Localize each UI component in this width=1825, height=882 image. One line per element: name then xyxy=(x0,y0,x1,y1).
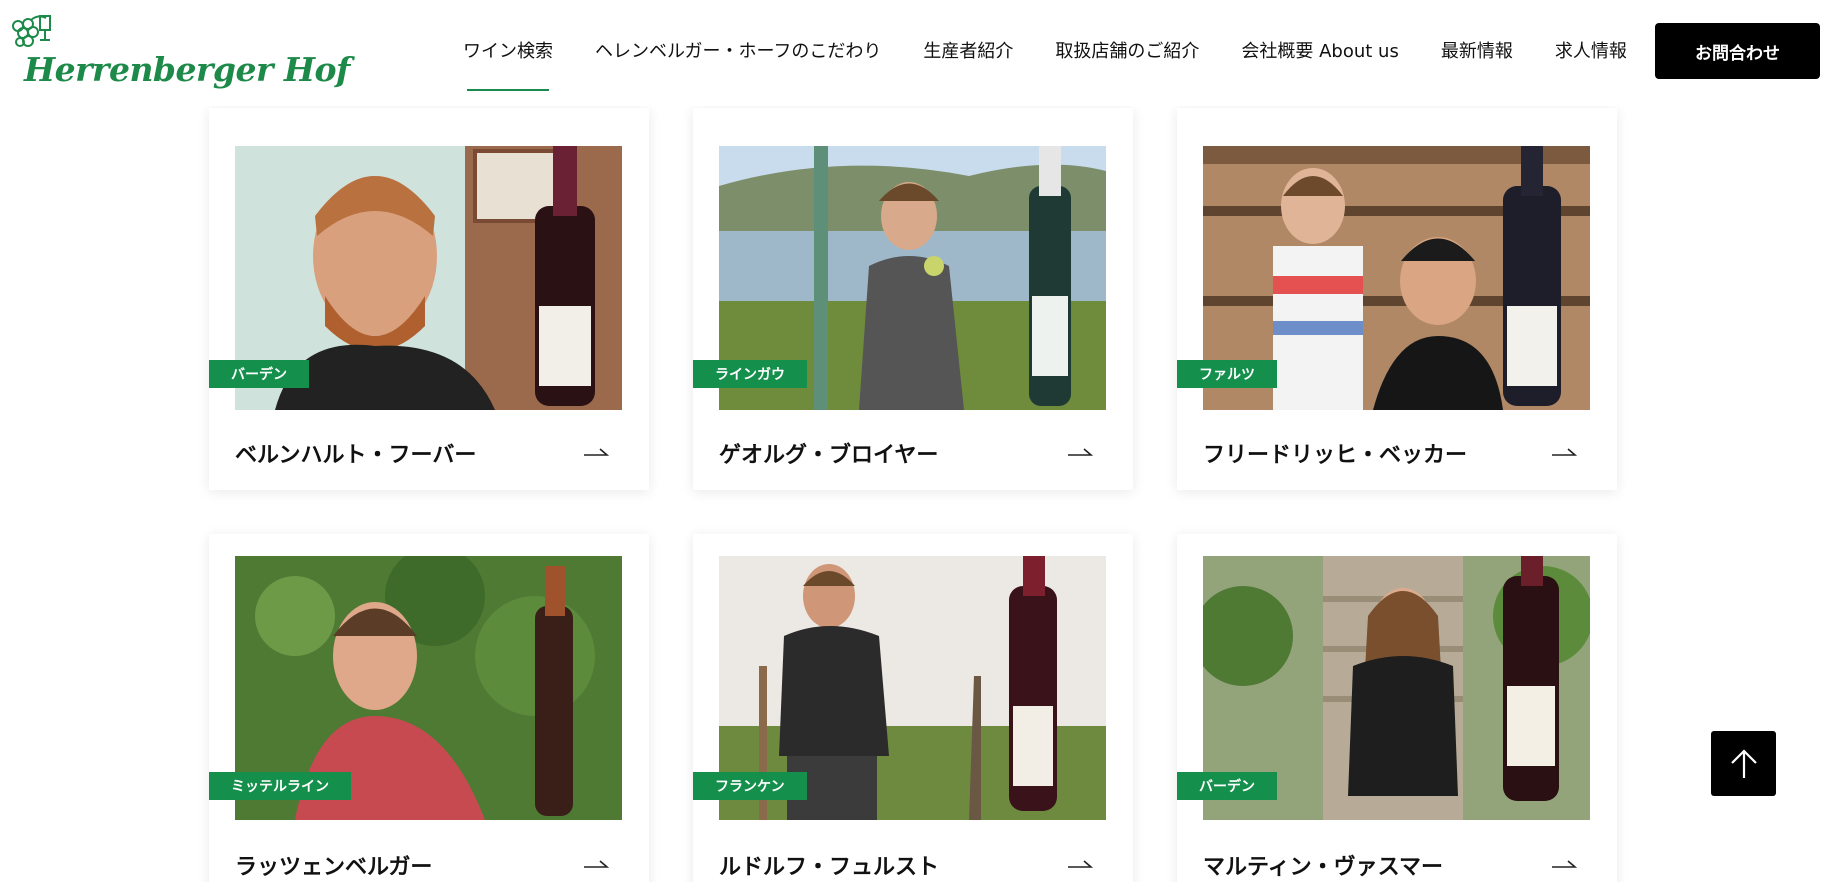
site-header: Herrenberger Hof ワイン検索 ヘレンベルガー・ホーフのこだわり … xyxy=(0,0,1825,106)
arrow-right-icon xyxy=(1068,860,1093,868)
region-badge: バーデン xyxy=(209,360,309,388)
producer-name: ラッツェンベルガー xyxy=(235,855,433,880)
nav-wine-search[interactable]: ワイン検索 xyxy=(463,27,553,91)
arrow-right-icon xyxy=(584,448,609,456)
producer-name: ベルンハルト・フーバー xyxy=(235,443,477,468)
nav-jobs[interactable]: 求人情報 xyxy=(1555,27,1627,73)
nav-stores[interactable]: 取扱店舗のご紹介 xyxy=(1055,27,1199,73)
producer-card[interactable]: ラインガウ ゲオルグ・ブロイヤー xyxy=(693,108,1133,490)
producer-name: フリードリッヒ・ベッカー xyxy=(1203,443,1468,468)
producer-name: マルティン・ヴァスマー xyxy=(1203,855,1444,880)
producer-card[interactable]: ファルツ フリードリッヒ・ベッカー xyxy=(1177,108,1617,490)
main-nav: ワイン検索 ヘレンベルガー・ホーフのこだわり 生産者紹介 取扱店舗のご紹介 会社… xyxy=(463,0,1669,100)
nav-news[interactable]: 最新情報 xyxy=(1441,27,1513,73)
site-logo[interactable]: Herrenberger Hof xyxy=(6,12,350,90)
producer-card[interactable]: バーデン マルティン・ヴァスマー xyxy=(1177,534,1617,882)
scroll-top-button[interactable] xyxy=(1711,731,1776,796)
producer-card[interactable]: フランケン ルドルフ・フュルスト xyxy=(693,534,1133,882)
arrow-right-icon xyxy=(1068,448,1093,456)
region-badge: フランケン xyxy=(693,772,807,800)
region-badge: ミッテルライン xyxy=(209,772,351,800)
region-badge: ファルツ xyxy=(1177,360,1277,388)
logo-text: Herrenberger Hof xyxy=(24,50,350,89)
page: Herrenberger Hof ワイン検索 ヘレンベルガー・ホーフのこだわり … xyxy=(0,0,1825,882)
arrow-up-icon xyxy=(1730,748,1757,778)
nav-producers[interactable]: 生産者紹介 xyxy=(923,27,1013,73)
nav-about[interactable]: 会社概要 About us xyxy=(1241,27,1398,73)
producer-card[interactable]: バーデン ベルンハルト・フーバー xyxy=(209,108,649,490)
producer-name: ゲオルグ・ブロイヤー xyxy=(719,443,939,468)
region-badge: ラインガウ xyxy=(693,360,807,388)
producer-card[interactable]: ミッテルライン ラッツェンベルガー xyxy=(209,534,649,882)
region-badge: バーデン xyxy=(1177,772,1277,800)
arrow-right-icon xyxy=(584,860,609,868)
contact-button[interactable]: お問合わせ xyxy=(1655,23,1820,79)
nav-commitment[interactable]: ヘレンベルガー・ホーフのこだわり xyxy=(595,27,881,73)
producer-name: ルドルフ・フュルスト xyxy=(719,855,940,880)
arrow-right-icon xyxy=(1552,448,1577,456)
arrow-right-icon xyxy=(1552,860,1577,868)
